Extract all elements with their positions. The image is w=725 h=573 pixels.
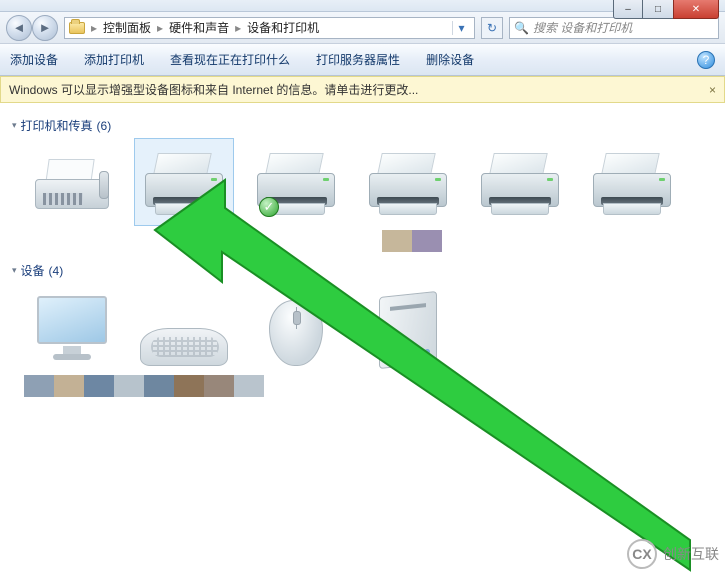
notification-bar[interactable]: Windows 可以显示增强型设备图标和来自 Internet 的信息。请单击进… xyxy=(0,76,725,103)
devices-items xyxy=(12,283,713,371)
color-swatch-row xyxy=(24,375,713,397)
device-printer[interactable] xyxy=(582,138,682,226)
color-swatch xyxy=(174,375,204,397)
breadcrumb-sep: ▸ xyxy=(157,21,163,35)
device-printer-selected[interactable] xyxy=(134,138,234,226)
fax-icon xyxy=(29,157,115,221)
add-printer-button[interactable]: 添加打印机 xyxy=(84,51,144,68)
forward-button[interactable]: ► xyxy=(32,15,58,41)
notification-close-icon[interactable]: × xyxy=(709,83,716,97)
printer-icon xyxy=(365,153,451,221)
maximize-button[interactable]: □ xyxy=(643,0,673,19)
remove-device-button[interactable]: 删除设备 xyxy=(426,51,474,68)
refresh-button[interactable]: ↻ xyxy=(481,17,503,39)
printer-icon xyxy=(477,153,563,221)
printer-icon xyxy=(141,153,227,221)
keyboard-icon xyxy=(140,328,228,366)
device-fax[interactable] xyxy=(22,138,122,226)
breadcrumb-item-devices-printers[interactable]: 设备和打印机 xyxy=(247,19,319,36)
device-keyboard[interactable] xyxy=(134,283,234,371)
print-server-properties-button[interactable]: 打印服务器属性 xyxy=(316,51,400,68)
device-printer[interactable] xyxy=(358,138,458,226)
device-monitor[interactable] xyxy=(22,283,122,371)
group-count: (4) xyxy=(49,264,64,278)
color-swatch xyxy=(114,375,144,397)
color-swatch xyxy=(412,230,442,252)
collapse-icon: ▾ xyxy=(12,265,17,276)
color-swatch xyxy=(204,375,234,397)
folder-icon xyxy=(69,22,85,34)
device-mouse[interactable] xyxy=(246,283,346,371)
printers-items: ✓ xyxy=(12,138,713,226)
color-swatch xyxy=(234,375,264,397)
breadcrumb[interactable]: ▸ 控制面板 ▸ 硬件和声音 ▸ 设备和打印机 ▾ xyxy=(64,17,475,39)
add-device-button[interactable]: 添加设备 xyxy=(10,51,58,68)
window-controls: – □ ✕ xyxy=(613,0,719,20)
breadcrumb-sep: ▸ xyxy=(91,21,97,35)
group-label: 打印机和传真 xyxy=(21,117,93,134)
minimize-button[interactable]: – xyxy=(613,0,643,19)
default-check-icon: ✓ xyxy=(259,197,279,217)
mouse-icon xyxy=(269,300,323,366)
group-header-devices[interactable]: ▾ 设备 (4) xyxy=(12,262,713,279)
device-printer-default[interactable]: ✓ xyxy=(246,138,346,226)
view-print-queue-button[interactable]: 查看现在正在打印什么 xyxy=(170,51,290,68)
watermark-text: 创新互联 xyxy=(663,544,719,564)
monitor-icon xyxy=(31,292,113,366)
collapse-icon: ▾ xyxy=(12,120,17,131)
color-swatch-row xyxy=(382,230,713,252)
search-placeholder: 搜索 设备和打印机 xyxy=(533,19,632,36)
group-header-printers[interactable]: ▾ 打印机和传真 (6) xyxy=(12,117,713,134)
device-drive[interactable] xyxy=(358,283,458,371)
nav-buttons: ◄ ► xyxy=(6,15,58,41)
color-swatch xyxy=(24,375,54,397)
content-area: ▾ 打印机和传真 (6) ✓ ▾ 设备 (4) xyxy=(0,103,725,405)
close-button[interactable]: ✕ xyxy=(673,0,719,19)
group-count: (6) xyxy=(97,119,112,133)
command-toolbar: 添加设备 添加打印机 查看现在正在打印什么 打印服务器属性 删除设备 ? xyxy=(0,44,725,76)
breadcrumb-dropdown[interactable]: ▾ xyxy=(452,21,470,35)
color-swatch xyxy=(84,375,114,397)
help-icon[interactable]: ? xyxy=(697,51,715,69)
device-printer[interactable] xyxy=(470,138,570,226)
watermark-logo: CX xyxy=(627,539,657,569)
breadcrumb-item-hardware-sound[interactable]: 硬件和声音 xyxy=(169,19,229,36)
search-icon: 🔍 xyxy=(514,21,529,35)
color-swatch xyxy=(54,375,84,397)
printer-icon: ✓ xyxy=(253,153,339,221)
breadcrumb-item-control-panel[interactable]: 控制面板 xyxy=(103,19,151,36)
notification-text: Windows 可以显示增强型设备图标和来自 Internet 的信息。请单击进… xyxy=(9,81,418,98)
back-button[interactable]: ◄ xyxy=(6,15,32,41)
color-swatch xyxy=(144,375,174,397)
drive-icon xyxy=(379,291,437,369)
printer-icon xyxy=(589,153,675,221)
watermark: CX 创新互联 xyxy=(627,539,719,569)
breadcrumb-sep: ▸ xyxy=(235,21,241,35)
group-label: 设备 xyxy=(21,262,45,279)
color-swatch xyxy=(382,230,412,252)
